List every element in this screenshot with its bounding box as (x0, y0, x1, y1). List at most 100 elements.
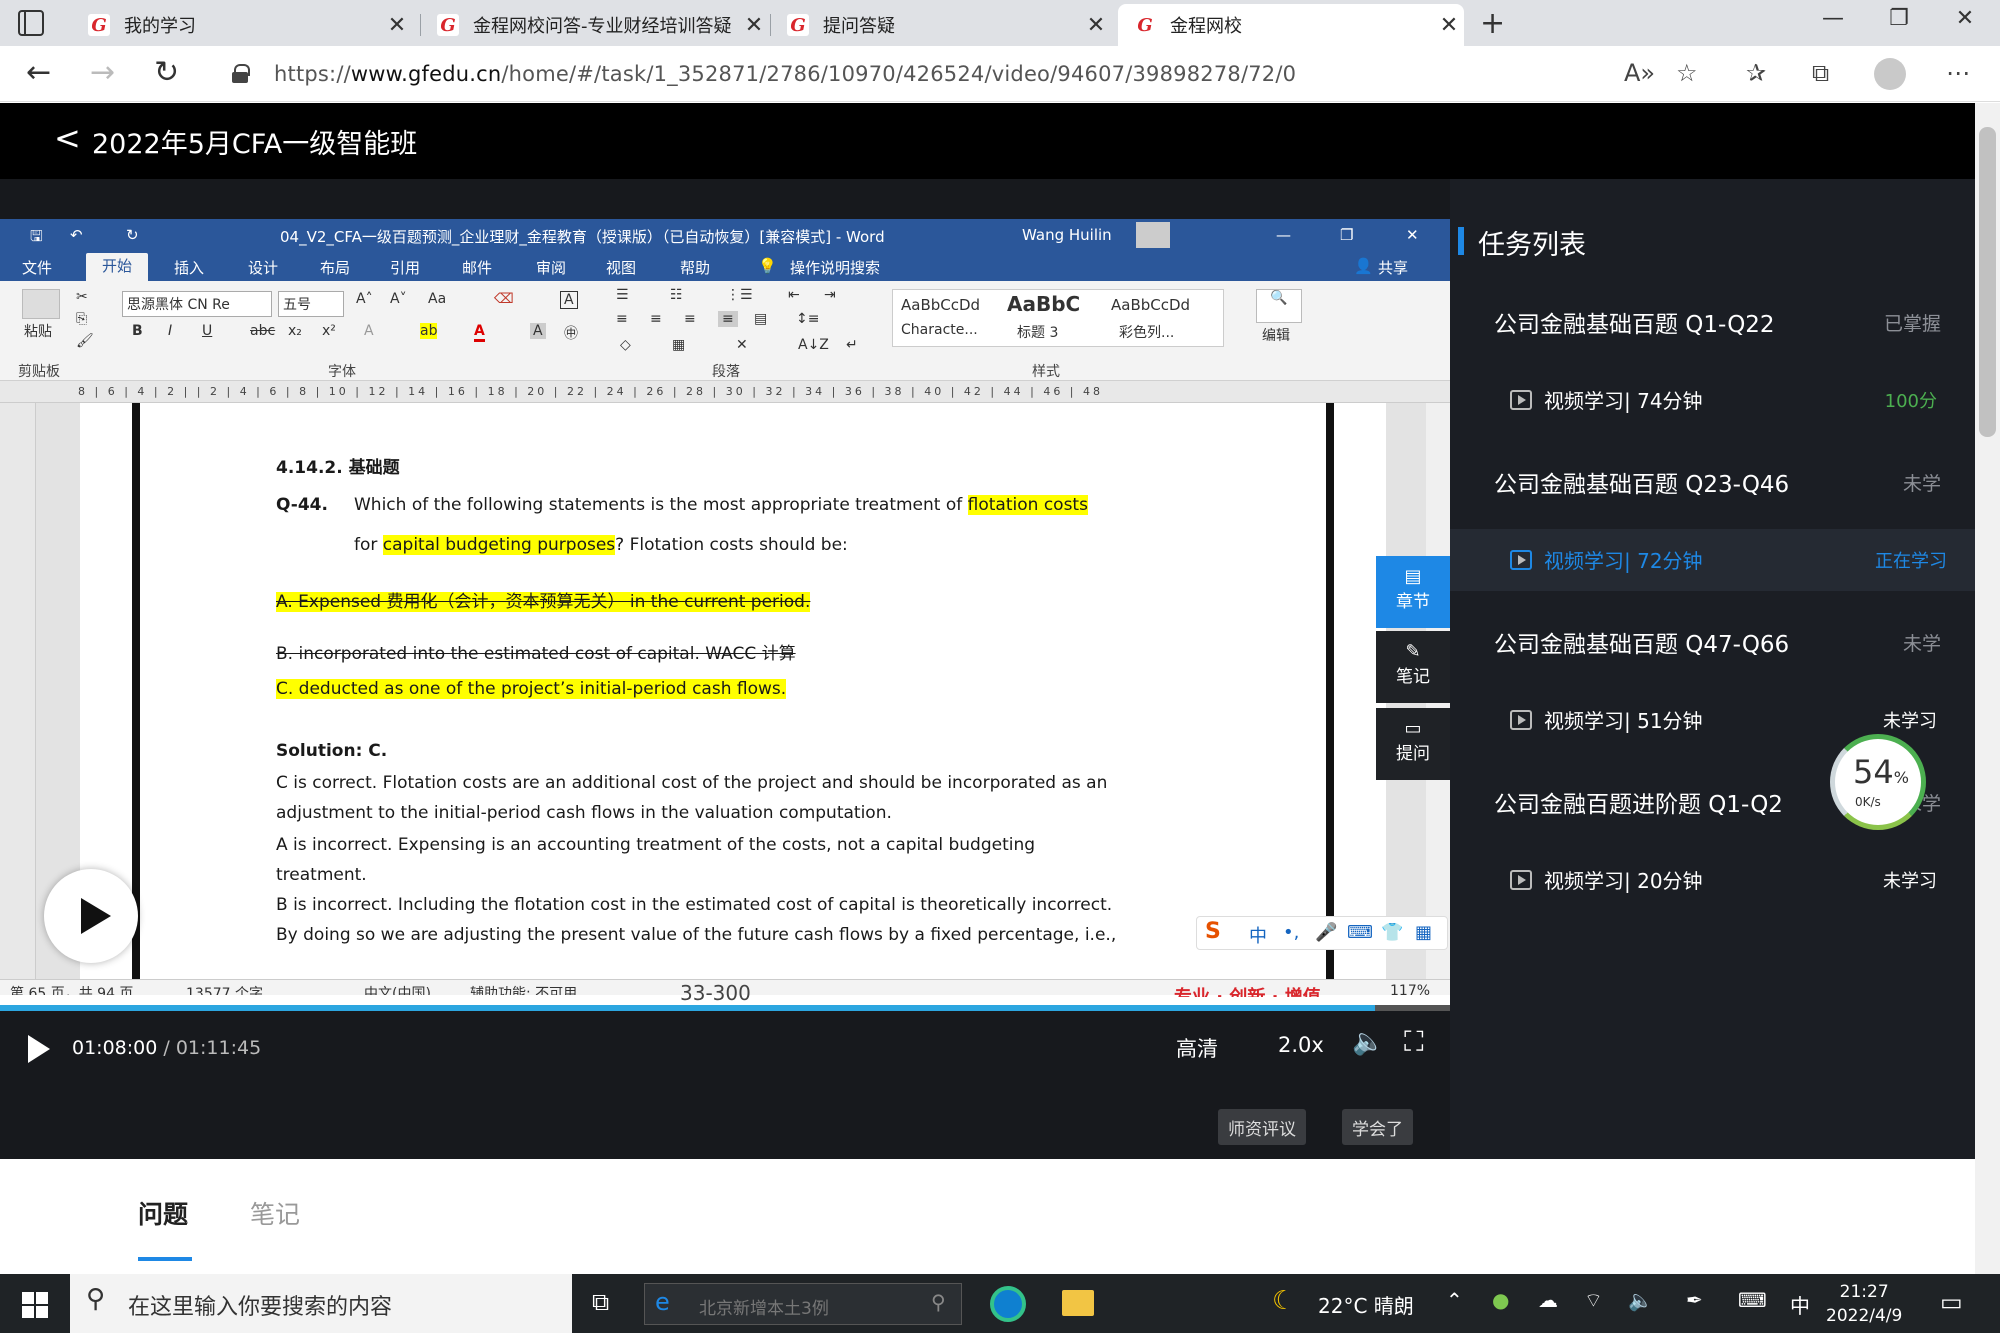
ie-search-box[interactable]: e 北京新增本土3例 ⚲ (644, 1283, 962, 1325)
word-ribbon: 粘贴 ✂ ⎘ 🖌 思源黑体 CN Re 五号 A˄ A˅ Aa ⌫ A B I … (0, 281, 1450, 381)
close-tab-icon[interactable]: ✕ (382, 13, 412, 38)
new-tab-button[interactable]: + (1480, 6, 1505, 41)
close-tab-icon[interactable]: ✕ (1434, 13, 1464, 38)
clock-time: 21:27 (1839, 1282, 1889, 1302)
solution-line: B is incorrect. Including the flotation … (276, 895, 1113, 915)
paste-icon (22, 289, 60, 319)
menu-file: 文件 (22, 259, 53, 277)
lesson-item[interactable]: 视频学习| 20分钟 (1510, 865, 1703, 894)
side-tool-chapter[interactable]: ▤ 章节 (1376, 556, 1450, 628)
vertical-ruler (0, 403, 36, 979)
close-tab-icon[interactable]: ✕ (739, 13, 769, 38)
tab-questions[interactable]: 问题 (138, 1195, 188, 1231)
video-player[interactable]: 🖫 ↶ ↻ 04_V2_CFA一级百题预测_企业理财_金程教育（授课版）（已自动… (0, 179, 1450, 1159)
lock-icon[interactable] (232, 64, 250, 83)
browser-tab-active[interactable]: G 金程网校 ✕ (1118, 4, 1464, 46)
close-window-button[interactable]: ✕ (1932, 6, 1998, 31)
tray-app-icon[interactable]: ● (1492, 1288, 1509, 1312)
ime-mic-icon: 🎤 (1315, 922, 1338, 943)
read-aloud-icon[interactable]: A» (1624, 59, 1655, 87)
chapter-status: 未学 (1902, 473, 1941, 495)
menu-home: 开始 (86, 253, 149, 282)
back-chevron-icon[interactable]: < (54, 119, 81, 157)
browser-tab-bar: G 我的学习 ✕ G 金程网校问答-专业财经培训答疑 ✕ G 提问答疑 ✕ G … (0, 0, 2000, 46)
big-play-button[interactable] (44, 869, 138, 963)
page-scrollbar[interactable] (1975, 103, 2000, 1274)
volume-icon[interactable]: 🔈 (1628, 1288, 1653, 1312)
speed-button[interactable]: 2.0x (1278, 1033, 1324, 1057)
network-speed-widget[interactable]: 54% 0K/s (1830, 734, 1926, 830)
play-icon[interactable] (28, 1035, 50, 1063)
option-c: C. deducted as one of the project’s init… (276, 679, 787, 699)
browser-tab[interactable]: G 我的学习 ✕ (72, 4, 412, 46)
pen-icon[interactable]: ✒ (1686, 1288, 1703, 1312)
profile-avatar-icon[interactable] (1874, 58, 1906, 90)
tab-actions-icon[interactable] (18, 10, 44, 36)
restore-button[interactable]: ❐ (1866, 6, 1932, 31)
back-arrow-icon[interactable]: ← (26, 58, 51, 88)
edge-browser-icon[interactable] (990, 1286, 1026, 1322)
lesson-item[interactable]: 视频学习| 51分钟 (1510, 705, 1703, 734)
lesson-status: 100分 (1884, 391, 1937, 412)
learned-label: 学会了 (1352, 1120, 1403, 1140)
align-left-icon: ≡ (616, 311, 628, 327)
favorites-icon[interactable]: ✰ (1746, 59, 1766, 87)
task-view-icon[interactable]: ⧉ (592, 1288, 609, 1316)
side-tool-question[interactable]: ▭ 提问 (1376, 708, 1450, 780)
ime-indicator[interactable]: 中 (1790, 1290, 1810, 1319)
tab-notes[interactable]: 笔记 (250, 1195, 300, 1231)
chapter-item[interactable]: 公司金融百题进阶题 Q1-Q2 (1494, 785, 1783, 819)
browser-tab[interactable]: G 提问答疑 ✕ (771, 4, 1111, 46)
weather-text[interactable]: 22°C 晴朗 (1318, 1290, 1414, 1319)
forward-arrow-icon[interactable]: → (90, 58, 115, 88)
chapter-item[interactable]: 公司金融基础百题 Q1-Q22 (1494, 305, 1775, 339)
windows-start-icon[interactable] (22, 1292, 48, 1318)
lesson-item-current[interactable]: 视频学习| 72分钟 (1510, 545, 1703, 574)
more-icon[interactable]: ⋯ (1946, 59, 1970, 87)
touch-keyboard-icon[interactable]: ⌨ (1738, 1288, 1767, 1312)
browser-tab[interactable]: G 金程网校问答-专业财经培训答疑 ✕ (421, 4, 769, 46)
menu-help: 帮助 (680, 259, 711, 277)
style-name: 标题 3 (1017, 325, 1059, 341)
quality-button[interactable]: 高清 (1176, 1033, 1218, 1063)
collections-icon[interactable]: ⧉ (1812, 59, 1829, 87)
taskbar-search[interactable]: ⚲ 在这里输入你要搜索的内容 (70, 1274, 572, 1333)
taskbar-clock[interactable]: 21:27 2022/4/9 (1826, 1280, 1902, 1328)
speed-percent-value: 54 (1853, 753, 1894, 791)
screen: G 我的学习 ✕ G 金程网校问答-专业财经培训答疑 ✕ G 提问答疑 ✕ G … (0, 0, 2000, 1333)
lesson-label: 视频学习| 72分钟 (1544, 549, 1703, 573)
minimize-button[interactable]: — (1800, 6, 1866, 31)
menu-share: 共享 (1378, 259, 1409, 277)
speed-percent-unit: % (1893, 768, 1909, 787)
slide-page-number: 33-300 (680, 981, 751, 1005)
teacher-review-button[interactable]: 师资评议 (1218, 1109, 1306, 1145)
search-icon: ⚲ (86, 1284, 106, 1314)
show-marks-icon: ↵ (846, 337, 858, 353)
side-tool-note[interactable]: ✎ 笔记 (1376, 631, 1450, 703)
chapter-item[interactable]: 公司金融基础百题 Q23-Q46 (1494, 465, 1789, 499)
windows-taskbar: ⚲ 在这里输入你要搜索的内容 ⧉ e 北京新增本土3例 ⚲ ☾ 22°C 晴朗 … (0, 1274, 2000, 1333)
onedrive-icon[interactable]: ☁ (1538, 1288, 1558, 1312)
clock-date: 2022/4/9 (1826, 1306, 1903, 1326)
tab-title: 我的学习 (124, 16, 196, 37)
fullscreen-icon[interactable]: ⛶ (1404, 1025, 1424, 1059)
volume-icon[interactable]: 🔈 (1352, 1027, 1384, 1057)
learned-button[interactable]: 学会了 (1342, 1109, 1413, 1145)
question-icon: ▭ (1404, 718, 1422, 739)
scrollbar-thumb[interactable] (1979, 127, 1996, 437)
active-tab-underline (138, 1257, 192, 1261)
notification-icon[interactable]: ▭ (1940, 1288, 1963, 1316)
highlight-icon: ab (420, 323, 438, 339)
menu-view: 视图 (606, 259, 637, 277)
refresh-icon[interactable]: ↻ (154, 58, 179, 88)
close-tab-icon[interactable]: ✕ (1081, 13, 1111, 38)
page-margin-bar (1326, 403, 1334, 979)
show-hidden-icons[interactable]: ⌃ (1446, 1288, 1463, 1312)
url-field[interactable]: https://www.gfedu.cn/home/#/task/1_35287… (274, 62, 1296, 86)
wifi-icon[interactable]: ⌔ (1584, 1288, 1603, 1313)
chapter-item[interactable]: 公司金融基础百题 Q47-Q66 (1494, 625, 1789, 659)
lesson-item[interactable]: 视频学习| 74分钟 (1510, 385, 1703, 414)
file-explorer-icon[interactable] (1062, 1290, 1094, 1316)
gfedu-favicon-icon: G (1134, 14, 1156, 36)
add-favorite-icon[interactable]: ☆ (1676, 59, 1698, 87)
